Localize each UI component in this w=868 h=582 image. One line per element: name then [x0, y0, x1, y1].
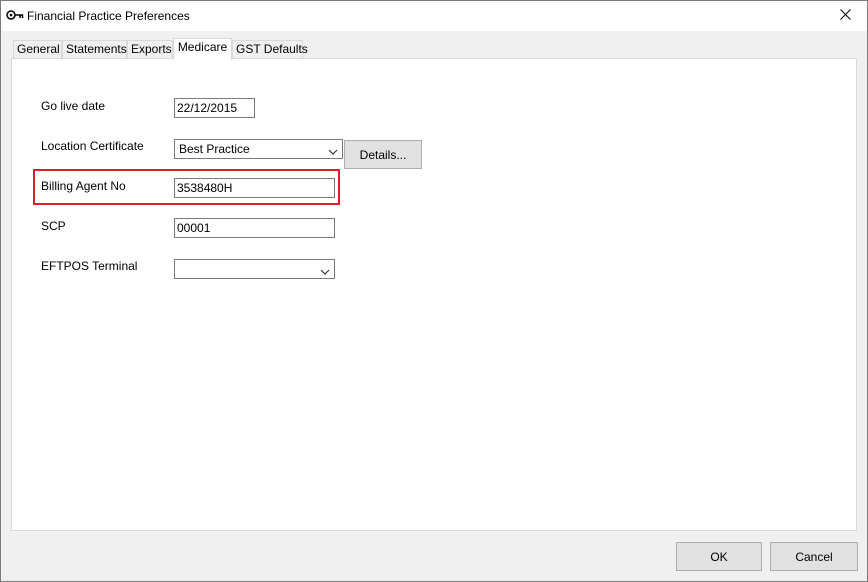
close-button[interactable] [823, 1, 867, 31]
title-bar: Financial Practice Preferences [1, 1, 867, 31]
close-icon [839, 9, 851, 23]
eftpos-terminal-select[interactable] [174, 259, 335, 279]
key-icon [6, 9, 24, 21]
ok-button[interactable]: OK [676, 542, 762, 571]
tab-exports[interactable]: Exports [127, 40, 173, 59]
chevron-down-icon [320, 264, 330, 275]
go-live-date-label: Go live date [41, 99, 106, 113]
tab-general[interactable]: General [13, 40, 62, 59]
details-button[interactable]: Details... [344, 140, 422, 169]
location-certificate-label: Location Certificate [41, 139, 144, 153]
tab-medicare[interactable]: Medicare [173, 38, 232, 60]
cancel-button[interactable]: Cancel [770, 542, 858, 571]
scp-label: SCP [41, 219, 66, 233]
billing-agent-no-label: Billing Agent No [41, 179, 126, 193]
eftpos-terminal-label: EFTPOS Terminal [41, 259, 138, 273]
window-title: Financial Practice Preferences [27, 9, 190, 23]
chevron-down-icon [328, 144, 338, 155]
billing-agent-no-field[interactable]: 3538480H [174, 178, 335, 198]
scp-field[interactable]: 00001 [174, 218, 335, 238]
location-certificate-value: Best Practice [179, 142, 250, 156]
tab-gst-defaults[interactable]: GST Defaults [232, 40, 308, 59]
medicare-panel [11, 58, 857, 531]
tab-statements[interactable]: Statements [62, 40, 127, 59]
go-live-date-field[interactable]: 22/12/2015 [174, 98, 255, 118]
preferences-dialog: Financial Practice Preferences General S… [0, 0, 868, 582]
location-certificate-select[interactable]: Best Practice [174, 139, 343, 159]
